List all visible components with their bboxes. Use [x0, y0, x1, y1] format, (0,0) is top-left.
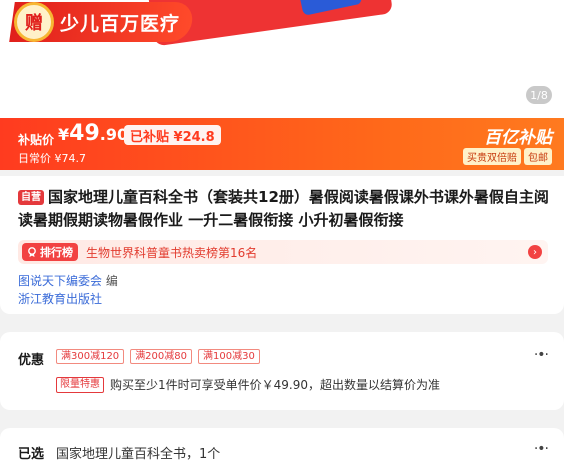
- coupon-list: 满300减120 满200减80 满100减30: [56, 349, 260, 364]
- ranking-text: 生物世界科普童书热卖榜第16名: [86, 245, 258, 260]
- guarantee-tags: 买贵双倍赔 包邮: [463, 148, 552, 165]
- more-options-icon[interactable]: ·•·: [534, 347, 549, 363]
- promotion-card[interactable]: 优惠 满300减120 满200减80 满100减30 ·•· 限量特惠 购买至…: [0, 332, 564, 410]
- selected-spec-text: 国家地理儿童百科全书，1个: [56, 447, 221, 462]
- billion-subsidy-logo[interactable]: 百亿补贴: [484, 123, 552, 148]
- product-image-carousel[interactable]: 赠 少儿百万医疗 1/8: [0, 0, 564, 118]
- price-integer: 49: [69, 121, 100, 146]
- more-options-icon[interactable]: ·•·: [534, 441, 549, 457]
- currency-symbol: ¥: [58, 125, 70, 144]
- subsidy-price: ¥49.90: [58, 121, 128, 146]
- image-page-indicator: 1/8: [526, 86, 552, 104]
- author-line: 图说天下编委会 编: [18, 272, 118, 289]
- coupon-tag[interactable]: 满100减30: [198, 349, 260, 364]
- coupon-tag[interactable]: 满200减80: [130, 349, 192, 364]
- publisher-link[interactable]: 浙江教育出版社: [18, 290, 102, 307]
- limited-offer-badge: 限量特惠: [56, 376, 104, 393]
- promotion-label: 优惠: [18, 353, 45, 368]
- price-label: 补贴价: [18, 133, 55, 147]
- product-title[interactable]: 自营 国家地理儿童百科全书（套装共12册）暑假阅读暑假课外书课外暑假自主阅读暑期假…: [18, 186, 552, 232]
- gift-text: 少儿百万医疗: [60, 13, 181, 35]
- subsidy-amount-badge: 已补贴 ¥24.8: [124, 125, 221, 145]
- selected-spec-card[interactable]: 已选 国家地理儿童百科全书，1个 ·•·: [0, 428, 564, 471]
- author-suffix: 编: [102, 274, 118, 288]
- author-link[interactable]: 图说天下编委会: [18, 274, 102, 288]
- ranking-badge-label: 排行榜: [40, 246, 73, 259]
- price-bar: 补贴价 ¥49.90 已补贴 ¥24.8 日常价 ¥74.7 百亿补贴 买贵双倍…: [0, 118, 564, 170]
- billion-subsidy-text: 百亿补贴: [484, 128, 552, 148]
- ranking-icon: [28, 247, 36, 257]
- ranking-badge: 排行榜: [22, 243, 78, 261]
- free-shipping-tag: 包邮: [524, 148, 552, 165]
- coupon-tag[interactable]: 满300减120: [56, 349, 125, 364]
- selected-label: 已选: [18, 447, 45, 462]
- chevron-right-icon: ›: [528, 245, 542, 259]
- self-operated-badge: 自营: [18, 190, 44, 205]
- double-compensation-tag: 买贵双倍赔: [463, 148, 521, 165]
- product-title-text: 国家地理儿童百科全书（套装共12册）暑假阅读暑假课外书课外暑假自主阅读暑期假期读…: [18, 188, 549, 229]
- ranking-bar[interactable]: 排行榜 生物世界科普童书热卖榜第16名 ›: [18, 240, 548, 264]
- limited-offer-text: 购买至少1件时可享受单件价￥49.90，超出数量以结算价为准: [110, 378, 440, 392]
- gift-badge: 赠: [14, 2, 54, 42]
- product-page: 赠 少儿百万医疗 1/8 补贴价 ¥49.90 已补贴 ¥24.8 日常价 ¥7…: [0, 0, 564, 471]
- original-price: 日常价 ¥74.7: [18, 152, 86, 165]
- product-info-card: 自营 国家地理儿童百科全书（套装共12册）暑假阅读暑假课外书课外暑假自主阅读暑期假…: [0, 176, 564, 314]
- limited-offer-row: 限量特惠 购买至少1件时可享受单件价￥49.90，超出数量以结算价为准: [56, 376, 440, 393]
